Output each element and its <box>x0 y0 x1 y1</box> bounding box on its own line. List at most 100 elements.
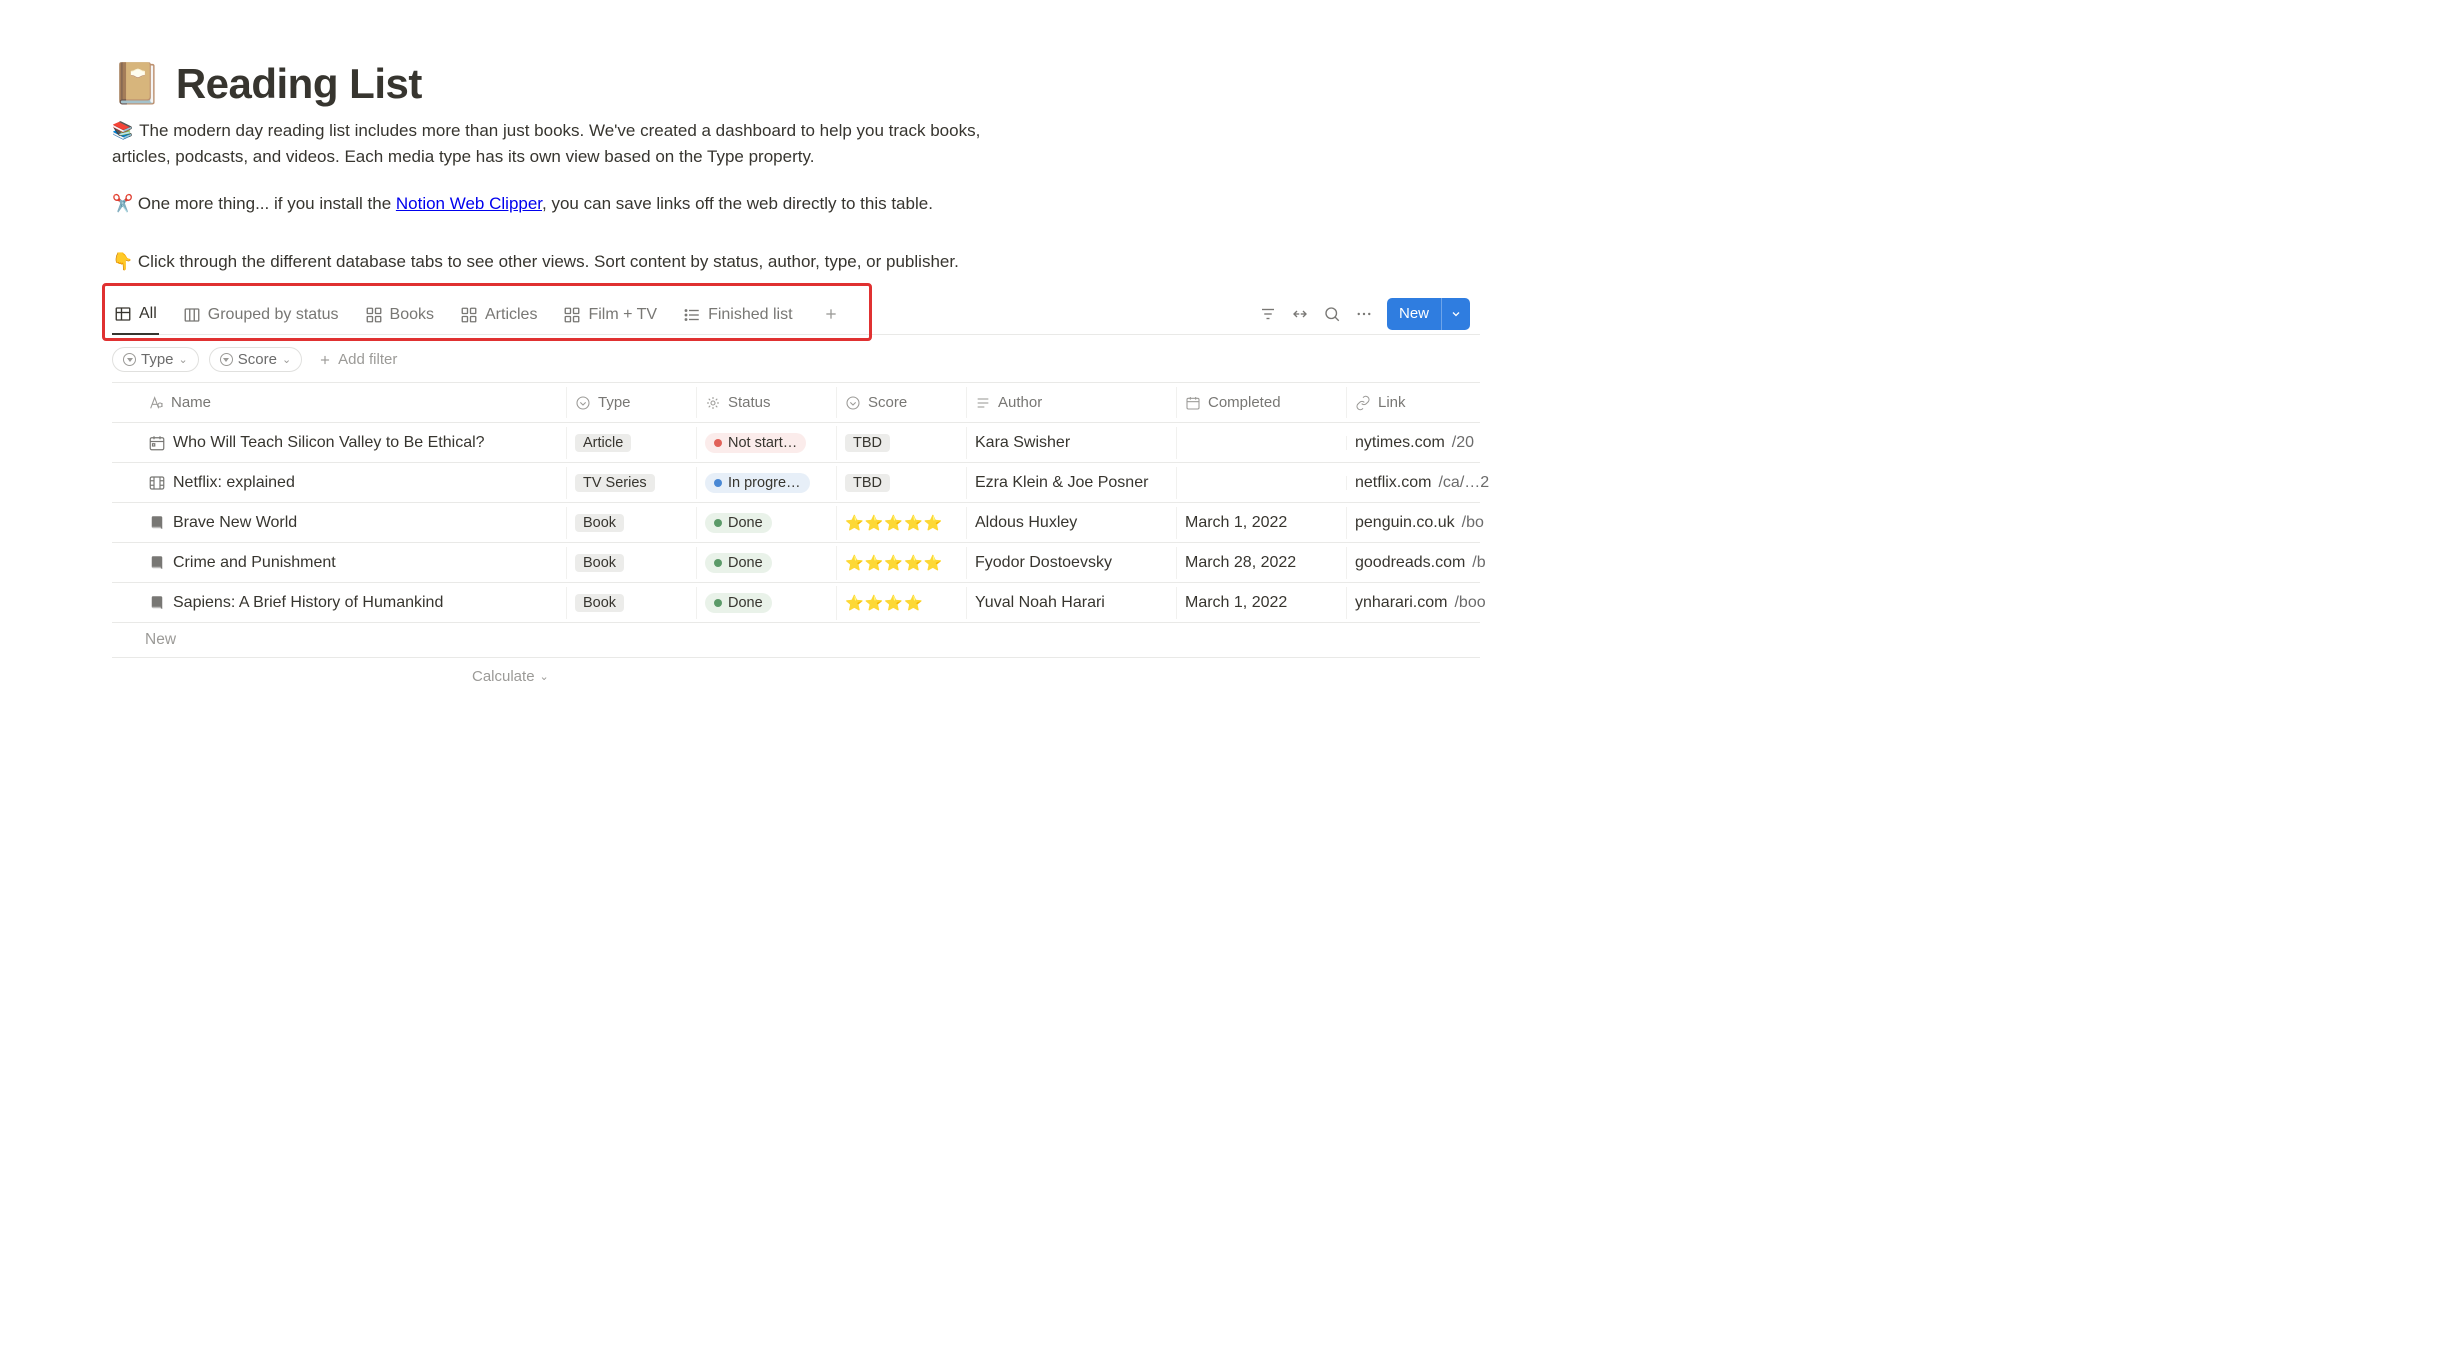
author-text: Aldous Huxley <box>975 514 1077 532</box>
table-row[interactable]: Netflix: explained TV Series In progre… … <box>112 463 1480 503</box>
link-domain: ynharari.com <box>1355 594 1447 612</box>
row-name: Sapiens: A Brief History of Humankind <box>173 594 443 612</box>
col-author[interactable]: Author <box>967 387 1177 418</box>
page-icon[interactable]: 📔 <box>112 64 162 104</box>
cell-name[interactable]: Netflix: explained <box>112 467 567 499</box>
cell-completed[interactable]: March 1, 2022 <box>1177 587 1347 619</box>
tab-finished[interactable]: Finished list <box>681 300 794 334</box>
cell-author[interactable]: Kara Swisher <box>967 427 1177 459</box>
book-icon <box>148 594 166 612</box>
completed-text: March 1, 2022 <box>1185 594 1287 612</box>
col-author-label: Author <box>998 394 1042 411</box>
cell-score[interactable]: ⭐⭐⭐⭐ <box>837 587 967 619</box>
point-down-emoji: 👇 <box>112 252 133 271</box>
cell-name[interactable]: Crime and Punishment <box>112 547 567 579</box>
title-icon <box>148 395 164 411</box>
filter-type[interactable]: Type ⌄ <box>112 347 199 372</box>
status-dot-icon <box>714 599 722 607</box>
col-completed[interactable]: Completed <box>1177 387 1347 418</box>
col-score[interactable]: Score <box>837 387 967 418</box>
cell-score[interactable]: ⭐⭐⭐⭐⭐ <box>837 547 967 579</box>
tab-all[interactable]: All <box>112 299 159 335</box>
calculate-button[interactable]: Calculate ⌄ <box>472 658 1480 695</box>
cell-type[interactable]: Book <box>567 507 697 539</box>
gallery-icon <box>563 306 581 324</box>
cell-score[interactable]: TBD <box>837 427 967 459</box>
tab-articles[interactable]: Articles <box>458 300 539 334</box>
col-name[interactable]: Name <box>112 387 567 418</box>
new-row-button[interactable]: New <box>112 623 1480 658</box>
cell-name[interactable]: Sapiens: A Brief History of Humankind <box>112 587 567 619</box>
cell-author[interactable]: Fyodor Dostoevsky <box>967 547 1177 579</box>
cell-status[interactable]: Done <box>697 586 837 620</box>
new-button[interactable]: New <box>1387 298 1470 330</box>
cell-author[interactable]: Yuval Noah Harari <box>967 587 1177 619</box>
cell-author[interactable]: Ezra Klein & Joe Posner <box>967 467 1177 499</box>
cell-status[interactable]: Done <box>697 506 837 540</box>
calculate-label: Calculate <box>472 668 535 685</box>
filter-score-label: Score <box>238 351 277 368</box>
cell-status[interactable]: Done <box>697 546 837 580</box>
scissors-emoji: ✂️ <box>112 194 133 213</box>
score-stars: ⭐⭐⭐⭐⭐ <box>845 514 943 532</box>
link-domain: goodreads.com <box>1355 554 1465 572</box>
tab-books[interactable]: Books <box>363 300 436 334</box>
link-path: /bo <box>1462 514 1484 532</box>
cell-type[interactable]: Book <box>567 547 697 579</box>
table-header-row: Name Type Status Score Author Completed <box>112 383 1480 423</box>
col-link[interactable]: Link <box>1347 387 1497 418</box>
cell-link[interactable]: penguin.co.uk/bo <box>1347 507 1497 539</box>
cell-score[interactable]: TBD <box>837 467 967 499</box>
cell-type[interactable]: TV Series <box>567 467 697 499</box>
tab-grouped[interactable]: Grouped by status <box>181 300 341 334</box>
more-icon[interactable] <box>1355 305 1373 323</box>
cell-completed[interactable]: March 1, 2022 <box>1177 507 1347 539</box>
link-domain: nytimes.com <box>1355 434 1445 452</box>
row-name: Brave New World <box>173 514 297 532</box>
table-row[interactable]: Crime and Punishment Book Done ⭐⭐⭐⭐⭐ Fyo… <box>112 543 1480 583</box>
cell-completed[interactable]: March 28, 2022 <box>1177 547 1347 579</box>
cell-status[interactable]: Not start… <box>697 426 837 460</box>
chevron-down-icon: ⌄ <box>540 670 549 683</box>
chevron-down-icon: ⌄ <box>282 353 291 366</box>
search-icon[interactable] <box>1323 305 1341 323</box>
cell-name[interactable]: Brave New World <box>112 507 567 539</box>
filter-score[interactable]: Score ⌄ <box>209 347 302 372</box>
sort-icon[interactable] <box>1291 305 1309 323</box>
table-row[interactable]: Who Will Teach Silicon Valley to Be Ethi… <box>112 423 1480 463</box>
author-text: Ezra Klein & Joe Posner <box>975 474 1148 492</box>
book-icon <box>148 554 166 572</box>
table-row[interactable]: Sapiens: A Brief History of Humankind Bo… <box>112 583 1480 623</box>
cell-name[interactable]: Who Will Teach Silicon Valley to Be Ethi… <box>112 427 567 459</box>
cell-completed[interactable] <box>1177 436 1347 450</box>
add-view-button[interactable] <box>817 306 845 327</box>
select-icon <box>575 395 591 411</box>
cell-link[interactable]: goodreads.com/b <box>1347 547 1497 579</box>
status-pill: Done <box>705 593 772 613</box>
col-status[interactable]: Status <box>697 387 837 418</box>
plus-icon <box>318 353 332 367</box>
col-type[interactable]: Type <box>567 387 697 418</box>
cell-link[interactable]: ynharari.com/boo <box>1347 587 1497 619</box>
cell-link[interactable]: nytimes.com/20 <box>1347 427 1497 459</box>
cell-author[interactable]: Aldous Huxley <box>967 507 1177 539</box>
cell-status[interactable]: In progre… <box>697 466 837 500</box>
cell-score[interactable]: ⭐⭐⭐⭐⭐ <box>837 507 967 539</box>
link-path: /20 <box>1452 434 1474 452</box>
tab-articles-label: Articles <box>485 306 537 324</box>
new-button-label: New <box>1387 305 1441 322</box>
add-filter-button[interactable]: Add filter <box>312 351 397 368</box>
cell-type[interactable]: Book <box>567 587 697 619</box>
tab-all-label: All <box>139 305 157 323</box>
web-clipper-link[interactable]: Notion Web Clipper <box>396 194 542 213</box>
filter-icon[interactable] <box>1259 305 1277 323</box>
new-button-dropdown[interactable] <box>1441 298 1470 330</box>
page-title[interactable]: Reading List <box>176 60 422 108</box>
tab-filmtv[interactable]: Film + TV <box>561 300 659 334</box>
type-tag: Article <box>575 434 631 452</box>
cell-type[interactable]: Article <box>567 427 697 459</box>
tab-finished-label: Finished list <box>708 306 792 324</box>
cell-completed[interactable] <box>1177 476 1347 490</box>
table-row[interactable]: Brave New World Book Done ⭐⭐⭐⭐⭐ Aldous H… <box>112 503 1480 543</box>
cell-link[interactable]: netflix.com/ca/…2 <box>1347 467 1497 499</box>
